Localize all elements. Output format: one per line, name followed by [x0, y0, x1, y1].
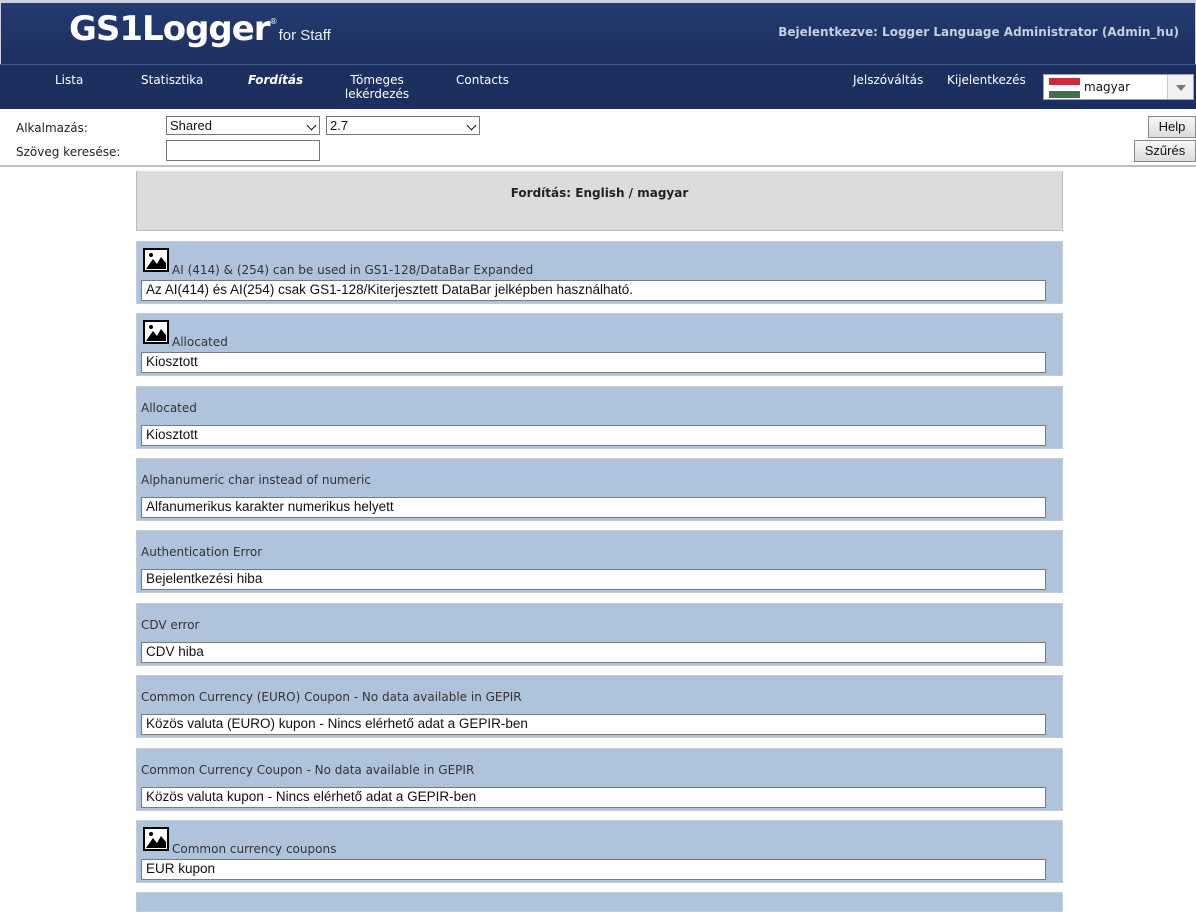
translation-entry: Authentication Error Bejelentkezési hiba [136, 530, 1063, 593]
nav-item-forditas[interactable]: Fordítás [248, 73, 303, 87]
source-text: Authentication Error [141, 545, 263, 559]
image-icon[interactable] [143, 827, 169, 851]
hungary-flag-icon [1049, 78, 1080, 98]
page-title: Fordítás: English / magyar [136, 171, 1063, 231]
source-text: CDV error [141, 618, 200, 632]
version-select[interactable]: 2.7 [326, 116, 480, 135]
search-label: Szöveg keresése: [16, 145, 121, 159]
source-text: Alphanumeric char instead of numeric [141, 473, 371, 487]
application-select[interactable]: Shared [166, 116, 320, 135]
translation-input[interactable]: EUR kupon [141, 859, 1046, 880]
nav-item-contacts[interactable]: Contacts [456, 73, 509, 87]
translation-entry: Allocated Kiosztott [136, 386, 1063, 449]
source-text: Allocated [172, 335, 228, 349]
login-info: Bejelentkezve: Logger Language Administr… [778, 25, 1179, 39]
translation-input[interactable]: Alfanumerikus karakter numerikus helyett [141, 497, 1046, 518]
translation-entry: Alphanumeric char instead of numeric Alf… [136, 458, 1063, 521]
nav-item-lista[interactable]: Lista [55, 73, 83, 87]
nav-item-kijelentkezes[interactable]: Kijelentkezés [947, 73, 1026, 87]
image-icon[interactable] [143, 248, 169, 272]
chevron-down-icon[interactable] [1167, 75, 1193, 99]
flag-stripe-green [1049, 91, 1080, 98]
translation-entry: AI (414) & (254) can be used in GS1-128/… [136, 241, 1063, 304]
logo-main-text: GS1Logger [69, 9, 271, 49]
version-select-value: 2.7 [330, 118, 349, 133]
gs1logger-logo: GS1Logger ® for Staff [69, 9, 331, 49]
nav-item-tomeges-lekerdezes[interactable]: Tömeges lekérdezés [342, 73, 412, 101]
image-icon[interactable] [143, 320, 169, 344]
translation-input[interactable]: Bejelentkezési hiba [141, 569, 1046, 590]
translation-input[interactable]: Az AI(414) és AI(254) csak GS1-128/Kiter… [141, 280, 1046, 301]
translation-list: Fordítás: English / magyar AI (414) & (2… [136, 171, 1063, 912]
filter-button[interactable]: Szűrés [1134, 140, 1196, 162]
logo-registered-mark: ® [269, 17, 278, 26]
translation-entry: Common currency coupons EUR kupon [136, 820, 1063, 883]
help-button[interactable]: Help [1148, 116, 1196, 138]
translation-entry: Allocated Kiosztott [136, 313, 1063, 376]
nav-item-statisztika[interactable]: Statisztika [141, 73, 203, 87]
app-header: GS1Logger ® for Staff Bejelentkezve: Logge… [0, 0, 1196, 64]
flag-stripe-red [1049, 78, 1080, 85]
translation-entry: Common Currency (EURO) Coupon - No data … [136, 675, 1063, 738]
translation-entry-partial [136, 892, 1063, 912]
application-select-value: Shared [170, 118, 212, 133]
flag-stripe-white [1049, 84, 1080, 92]
translation-input[interactable]: Közös valuta kupon - Nincs elérhető adat… [141, 787, 1046, 808]
search-input[interactable] [166, 140, 320, 161]
nav-item-jelszovaltas[interactable]: Jelszóváltás [853, 73, 923, 87]
source-text: Allocated [141, 401, 197, 415]
logo-sub-text: for Staff [278, 27, 331, 44]
language-select-value: magyar [1084, 80, 1131, 94]
source-text: Common Currency (EURO) Coupon - No data … [141, 690, 522, 704]
translation-input[interactable]: Közös valuta (EURO) kupon - Nincs elérhe… [141, 714, 1046, 735]
translation-entry: CDV error CDV hiba [136, 603, 1063, 666]
translation-input[interactable]: Kiosztott [141, 425, 1046, 446]
source-text: Common currency coupons [172, 842, 337, 856]
filter-toolbar: Alkalmazás: Shared 2.7 Szöveg keresése: … [0, 109, 1196, 167]
source-text: AI (414) & (254) can be used in GS1-128/… [172, 263, 534, 277]
language-select[interactable]: magyar [1043, 74, 1194, 100]
translation-input[interactable]: Kiosztott [141, 352, 1046, 373]
translation-input[interactable]: CDV hiba [141, 642, 1046, 663]
translation-entry: Common Currency Coupon - No data availab… [136, 748, 1063, 811]
source-text: Common Currency Coupon - No data availab… [141, 763, 475, 777]
main-nav: Lista Statisztika Fordítás Tömeges lekér… [0, 64, 1196, 109]
application-label: Alkalmazás: [16, 121, 88, 135]
